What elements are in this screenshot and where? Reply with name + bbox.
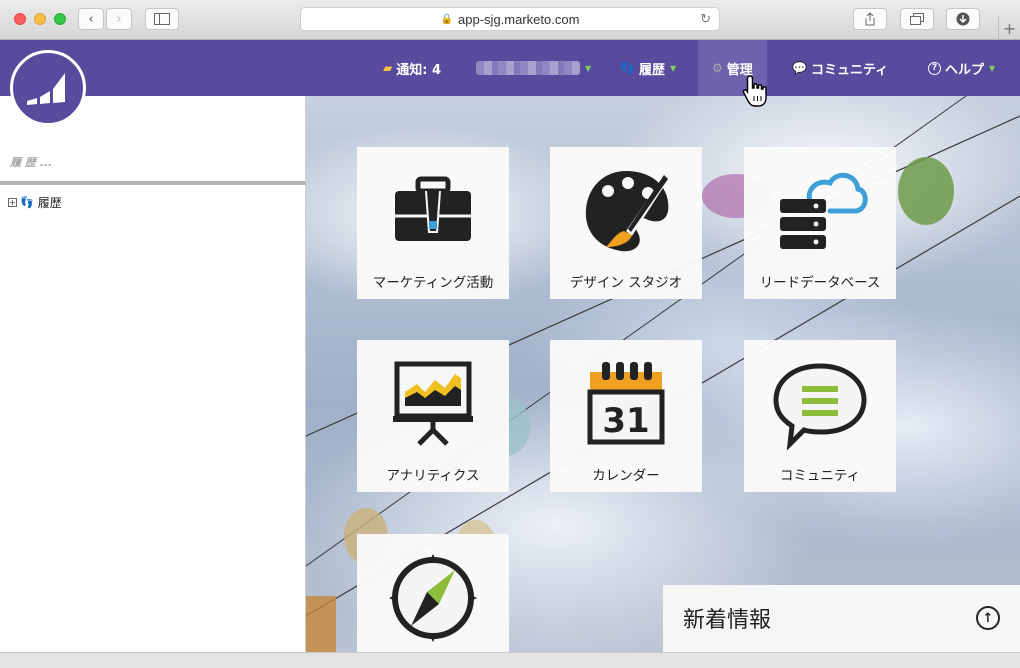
reload-icon[interactable]: ↻ [700, 11, 711, 27]
expand-news-button[interactable]: ↑ [976, 606, 1000, 630]
tile-label: リードデータベース [759, 275, 881, 291]
address-bar[interactable]: 🔒 app-sjg.marketo.com ↻ [300, 7, 720, 31]
community-icon: 💬 [792, 61, 807, 75]
marketo-logo[interactable] [10, 50, 86, 126]
user-menu[interactable]: ▼ [476, 40, 591, 96]
tile-calendar[interactable]: 31 カレンダー [550, 340, 702, 492]
history-menu[interactable]: 👣 履歴 ▼ [620, 40, 676, 96]
tile-label: マーケティング活動 [372, 275, 494, 291]
help-label: ヘルプ [945, 62, 985, 78]
browser-toolbar: ‹ › 🔒 app-sjg.marketo.com ↻ + [0, 0, 1020, 40]
tile-marketing-activities[interactable]: マーケティング活動 [357, 147, 509, 299]
tabs-icon [910, 13, 924, 25]
tile-community[interactable]: コミュニティ [744, 340, 896, 492]
community-menu[interactable]: 💬 コミュニティ [792, 40, 888, 96]
dropdown-arrow-icon: ▼ [989, 63, 996, 73]
tile-label: デザイン スタジオ [569, 275, 683, 291]
minimize-window-button[interactable] [34, 13, 46, 25]
briefcase-icon [395, 176, 471, 241]
browser-status-bar [0, 652, 1020, 668]
url-text: app-sjg.marketo.com [458, 11, 580, 27]
chevron-right-icon: › [116, 11, 122, 27]
zoom-window-button[interactable] [54, 13, 66, 25]
left-panel: 履 歴 ... + 👣 履歴 [0, 96, 306, 652]
downloads-button[interactable] [946, 8, 980, 30]
new-tab-button[interactable]: + [998, 16, 1020, 40]
calendar-icon: 31 [587, 362, 665, 445]
gear-icon: ⚙ [712, 61, 723, 75]
tile-analytics[interactable]: アナリティクス [357, 340, 509, 492]
footprints-icon: 👣 [20, 196, 34, 209]
tile-lead-database[interactable]: リードデータベース [744, 147, 896, 299]
notifications-menu[interactable]: ▰ 通知: 4 [383, 40, 441, 96]
tile-label: カレンダー [592, 468, 660, 484]
expand-icon[interactable]: + [8, 198, 17, 207]
database-cloud-icon [780, 172, 868, 249]
speech-bubble-icon [773, 363, 867, 451]
plus-icon: + [1002, 18, 1017, 38]
sidebar-toggle-button[interactable] [145, 8, 179, 30]
tree-item-history[interactable]: + 👣 履歴 [8, 194, 62, 211]
back-button[interactable]: ‹ [78, 8, 104, 30]
sidebar-icon [154, 13, 170, 25]
history-label: 履歴 [638, 62, 665, 78]
user-name-blurred [476, 61, 580, 75]
notification-icon: ▰ [383, 61, 393, 75]
palette-icon [585, 171, 670, 252]
news-panel: 新着情報 ↑ [663, 585, 1020, 652]
footprints-icon: 👣 [620, 61, 635, 75]
hand-cursor-icon [742, 75, 767, 107]
share-button[interactable] [853, 8, 887, 30]
dropdown-arrow-icon: ▼ [669, 63, 677, 73]
calendar-day-text: 31 [602, 401, 649, 441]
close-window-button[interactable] [14, 13, 26, 25]
community-label: コミュニティ [810, 62, 889, 78]
tree-item-label: 履歴 [37, 196, 62, 210]
history-search-input[interactable]: 履 歴 ... [10, 154, 52, 170]
notifications-label: 通知: 4 [396, 62, 442, 78]
help-menu[interactable]: ? ヘルプ ▼ [928, 40, 995, 96]
tile-design-studio[interactable]: デザイン スタジオ [550, 147, 702, 299]
download-icon [956, 12, 970, 26]
tile-label: コミュニティ [779, 468, 861, 484]
lock-icon: 🔒 [440, 13, 454, 25]
arrow-up-icon: ↑ [982, 610, 994, 626]
marketo-logo-icon [27, 73, 65, 105]
news-title: 新着情報 [683, 608, 772, 633]
dropdown-arrow-icon: ▼ [585, 63, 592, 73]
tile-compass[interactable] [357, 534, 509, 652]
help-icon: ? [928, 61, 941, 75]
forward-button[interactable]: › [106, 8, 132, 30]
tile-label: アナリティクス [386, 468, 480, 484]
compass-icon [389, 554, 477, 642]
panel-divider[interactable] [0, 181, 306, 185]
presentation-chart-icon [393, 361, 473, 446]
chevron-left-icon: ‹ [88, 11, 94, 27]
tabs-overview-button[interactable] [900, 8, 934, 30]
share-icon [865, 12, 875, 26]
